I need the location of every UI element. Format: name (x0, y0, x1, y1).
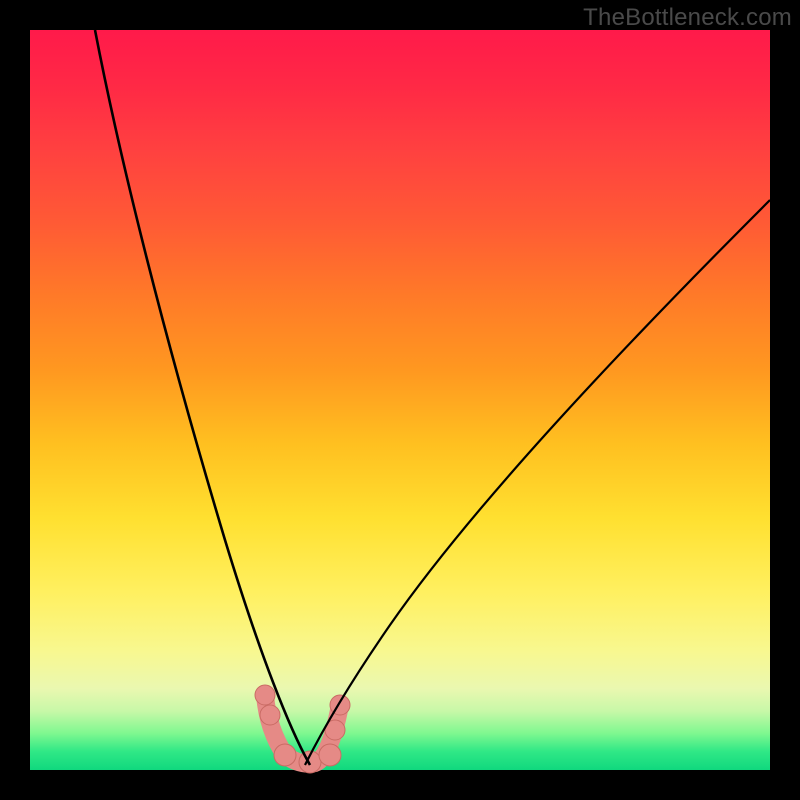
right-curve (305, 200, 770, 765)
left-curve (95, 30, 310, 765)
curve-overlay (0, 0, 800, 800)
